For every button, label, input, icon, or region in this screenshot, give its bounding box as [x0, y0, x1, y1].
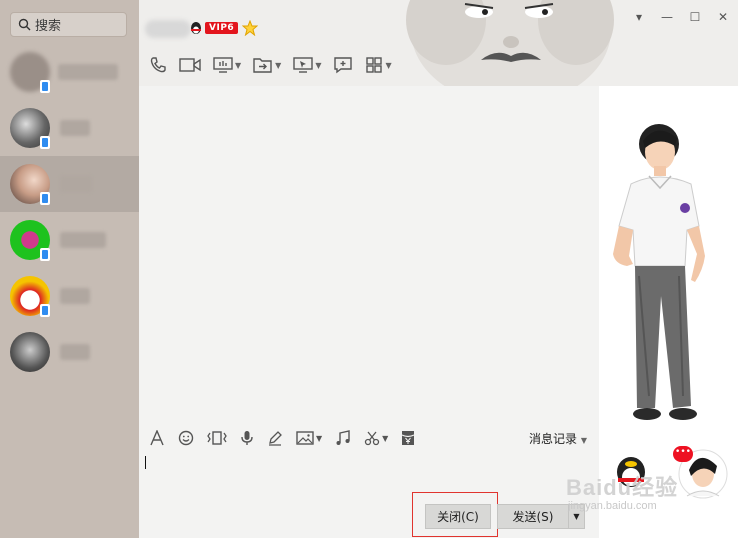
apps-icon: [366, 57, 383, 73]
chevron-down-icon: ▼: [382, 433, 389, 443]
font-icon: [150, 430, 164, 446]
qq-penguin-icon: [191, 22, 201, 34]
new-comment-button[interactable]: [333, 52, 353, 78]
remote-desktop-icon: [293, 57, 314, 73]
search-placeholder: 搜索: [35, 19, 62, 34]
contact-item[interactable]: [0, 212, 139, 268]
pen-icon: [269, 431, 282, 446]
red-packet-icon: [402, 431, 415, 445]
vip-badge-group: VIP6: [189, 20, 259, 36]
contact-name-blurred: [60, 344, 90, 360]
shake-button[interactable]: [207, 430, 227, 446]
handwriting-button[interactable]: [267, 430, 283, 446]
minimize-button[interactable]: —: [660, 10, 674, 24]
apps-button[interactable]: ▼: [365, 52, 392, 78]
contact-sidebar: 搜索: [0, 0, 139, 538]
video-icon: [179, 58, 201, 72]
screen-share-icon: [213, 57, 233, 73]
red-packet-button[interactable]: [401, 430, 415, 446]
emoji-button[interactable]: [178, 430, 194, 446]
watermark-url: jingyan.baidu.com: [568, 500, 657, 512]
mobile-online-icon: [40, 248, 50, 261]
mobile-online-icon: [40, 136, 50, 149]
contact-item[interactable]: [0, 268, 139, 324]
message-input[interactable]: 关闭(C) 发送(S) ▼: [139, 456, 599, 538]
star-icon: [242, 20, 259, 36]
message-history-label: 消息记录: [529, 432, 578, 446]
chat-bubble-icon[interactable]: •••: [673, 446, 693, 462]
microphone-icon: [241, 431, 253, 445]
mobile-online-icon: [40, 304, 50, 317]
screen-share-button[interactable]: ▼: [213, 52, 241, 78]
chevron-down-icon: ▼: [316, 433, 323, 443]
voice-message-button[interactable]: [240, 430, 254, 446]
phone-icon: [150, 57, 166, 73]
contact-name-blurred: [145, 20, 191, 38]
file-transfer-icon: [253, 58, 272, 73]
chat-header: VIP6 ▼ ▼ ▼ ▼ ▾ — ☐ ✕: [139, 0, 738, 86]
avatar: [10, 332, 50, 372]
remote-desktop-button[interactable]: ▼: [293, 52, 321, 78]
screenshot-button[interactable]: ▼: [364, 430, 388, 446]
search-box[interactable]: 搜索: [10, 12, 127, 37]
search-icon: [18, 18, 31, 31]
message-area[interactable]: [139, 86, 599, 420]
maximize-button[interactable]: ☐: [688, 10, 702, 24]
chevron-down-icon: ▼: [275, 60, 282, 70]
mobile-online-icon: [40, 80, 50, 93]
contact-item-selected[interactable]: [0, 156, 139, 212]
chevron-down-icon: ▼: [385, 60, 392, 70]
send-button[interactable]: 发送(S): [497, 504, 569, 529]
emoji-icon: [178, 430, 194, 446]
chevron-down-icon: ▼: [573, 512, 580, 521]
mobile-online-icon: [40, 192, 50, 205]
message-history-button[interactable]: 消息记录 ▼: [529, 430, 587, 447]
chevron-down-icon: ▼: [235, 60, 242, 70]
header-background-illustration: [406, 0, 614, 86]
voice-call-button[interactable]: [149, 52, 167, 78]
contact-item[interactable]: [0, 100, 139, 156]
contact-name-blurred: [58, 64, 118, 80]
close-window-button[interactable]: ✕: [716, 10, 730, 24]
music-note-icon: [336, 430, 350, 445]
text-cursor: [145, 456, 146, 469]
image-icon: [296, 431, 314, 445]
contact-item[interactable]: [0, 44, 139, 100]
file-transfer-button[interactable]: ▼: [253, 52, 281, 78]
window-menu-chevron-icon[interactable]: ▾: [632, 10, 646, 24]
shake-icon: [207, 431, 227, 445]
vip-level-badge: VIP6: [205, 22, 239, 34]
music-button[interactable]: [335, 430, 351, 446]
contact-name-blurred: [60, 120, 90, 136]
contact-item[interactable]: [0, 324, 139, 380]
window-controls: ▾ — ☐ ✕: [632, 10, 730, 24]
close-chat-button[interactable]: 关闭(C): [425, 504, 491, 529]
scissors-icon: [365, 431, 380, 446]
contact-name-blurred: [60, 176, 92, 192]
comment-icon: [334, 57, 353, 74]
chat-toolbar: ▼ ▼ ▼ ▼: [149, 52, 404, 78]
chevron-down-icon: ▼: [580, 436, 587, 445]
font-button[interactable]: [149, 430, 165, 446]
image-button[interactable]: ▼: [296, 430, 322, 446]
contact-name-blurred: [60, 232, 106, 248]
watermark-logo: Baidu经验: [566, 475, 679, 500]
chevron-down-icon: ▼: [315, 60, 322, 70]
input-toolbar: ▼ ▼ 消息记录 ▼: [139, 420, 599, 456]
video-call-button[interactable]: [179, 52, 201, 78]
contact-name-blurred: [60, 288, 90, 304]
